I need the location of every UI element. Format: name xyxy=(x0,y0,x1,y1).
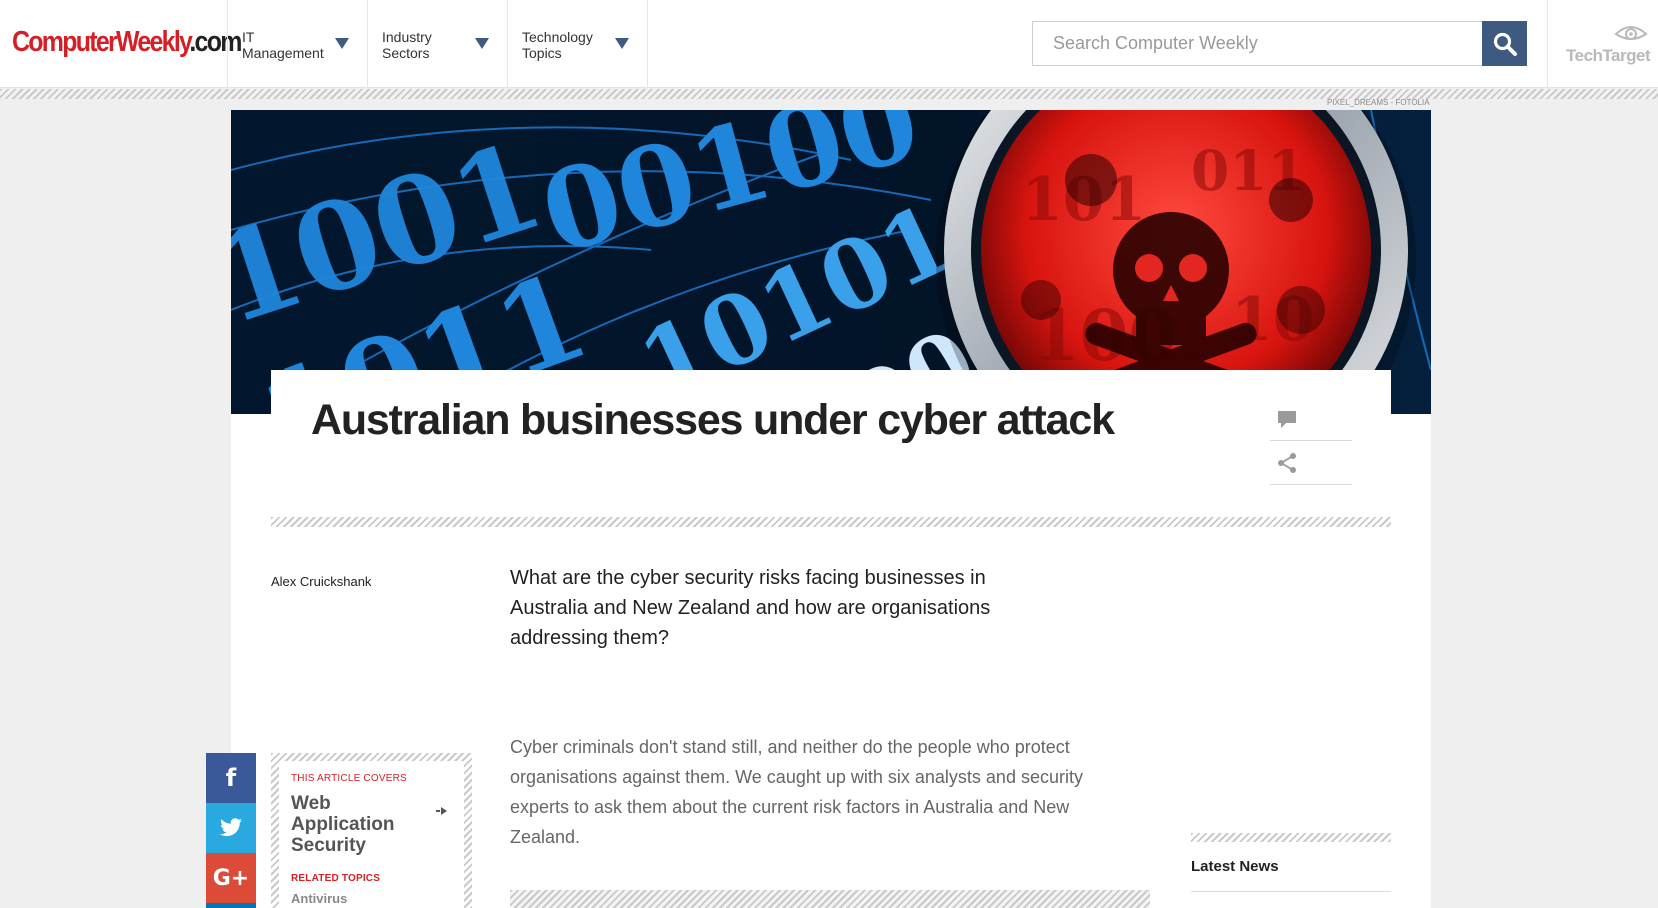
caret-down-icon xyxy=(335,38,349,49)
article-lede: What are the cyber security risks facing… xyxy=(510,567,991,649)
share-button[interactable] xyxy=(1270,441,1352,485)
article-covers-box: THIS ARTICLE COVERS Web Application Secu… xyxy=(271,753,472,908)
hero-image: 1001 00100 1011 10101 100 101 011 100 10 xyxy=(231,110,1431,414)
google-plus-share-button[interactable]: G+ xyxy=(206,853,256,903)
arrow-right-icon[interactable] xyxy=(436,807,447,815)
facebook-share-button[interactable]: f xyxy=(206,753,256,803)
nav-industry-sectors[interactable]: Industry Sectors xyxy=(368,0,508,88)
article-body: Cyber criminals don't stand still, and n… xyxy=(510,737,1083,847)
facebook-icon: f xyxy=(225,764,237,792)
google-plus-icon: G+ xyxy=(212,865,250,891)
latest-news-heading: Latest News xyxy=(1191,858,1279,875)
twitter-share-button[interactable] xyxy=(206,803,256,853)
search-icon xyxy=(1493,32,1517,56)
sidebar-hatch-divider xyxy=(1191,833,1391,842)
computerweekly-logo[interactable]: ComputerWeekly.com xyxy=(12,26,242,59)
author-name[interactable]: Alex Cruickshank xyxy=(271,574,371,589)
twitter-icon xyxy=(220,818,242,837)
title-hatch-divider xyxy=(271,517,1391,527)
caret-down-icon xyxy=(475,38,489,49)
covers-label: THIS ARTICLE COVERS xyxy=(291,773,407,784)
nav-label: IT Management xyxy=(242,29,324,61)
covers-inner: THIS ARTICLE COVERS Web Application Secu… xyxy=(279,761,464,908)
body-hatch-divider xyxy=(510,890,1150,908)
linkedin-share-button[interactable] xyxy=(206,903,256,908)
techtarget-wordmark: TechTarget xyxy=(1566,46,1651,65)
nav-label: Industry Sectors xyxy=(382,29,432,61)
covers-topic-link[interactable]: Web Application Security xyxy=(291,793,421,856)
techtarget-eye-icon xyxy=(1614,26,1648,40)
image-credit: PIXEL_DREAMS - FOTOLIA xyxy=(1327,98,1430,107)
search-button[interactable] xyxy=(1482,21,1527,66)
top-header: ComputerWeekly.com IT Management Industr… xyxy=(0,0,1658,88)
nav-label: Technology Topics xyxy=(522,29,593,61)
search-input[interactable] xyxy=(1033,22,1482,65)
latest-news-divider xyxy=(1191,891,1391,892)
header-divider xyxy=(1547,0,1548,88)
hero-illustration: 1001 00100 1011 10101 100 101 011 100 10 xyxy=(231,110,1431,414)
comment-icon xyxy=(1278,410,1296,428)
caret-down-icon xyxy=(615,38,629,49)
nav-technology-topics[interactable]: Technology Topics xyxy=(508,0,648,88)
related-topics-label: RELATED TOPICS xyxy=(291,873,381,884)
comments-button[interactable] xyxy=(1270,397,1352,441)
share-icon xyxy=(1278,452,1296,473)
search-box xyxy=(1032,21,1483,66)
logo-main: ComputerWeekly xyxy=(12,26,191,58)
nav-it-management[interactable]: IT Management xyxy=(228,0,368,88)
article-title: Australian businesses under cyber attack xyxy=(311,396,1115,444)
techtarget-logo[interactable]: TechTarget xyxy=(1566,22,1651,66)
related-topic-link[interactable]: Antivirus xyxy=(291,891,347,906)
main-nav: IT Management Industry Sectors Technolog… xyxy=(227,0,648,88)
